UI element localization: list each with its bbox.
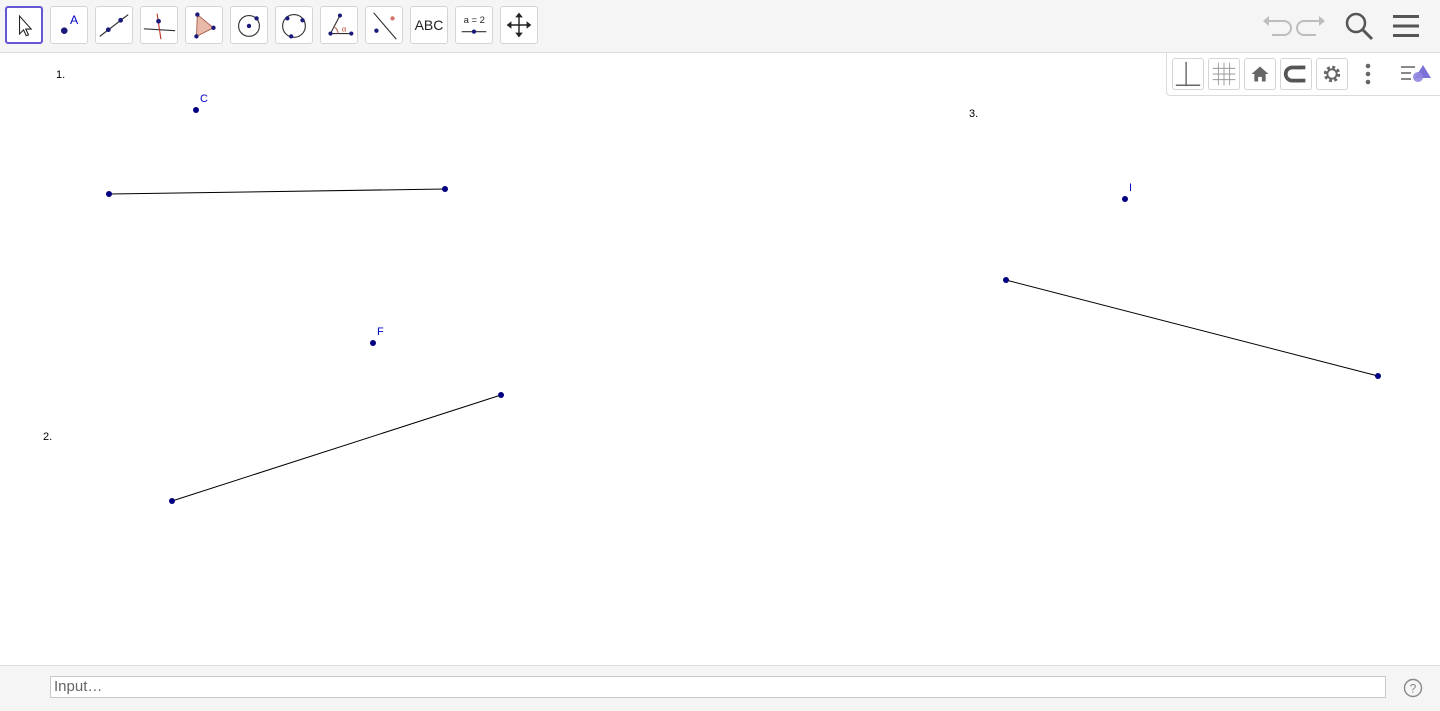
arrow-pointer-icon <box>18 14 33 37</box>
text-tool[interactable]: ABC <box>410 6 448 44</box>
svg-text:?: ? <box>1410 682 1417 696</box>
redo-button[interactable] <box>1294 8 1330 44</box>
snap-icon <box>1283 65 1306 83</box>
circle-three-points-tool[interactable] <box>275 6 313 44</box>
polygon-tool[interactable] <box>185 6 223 44</box>
segment-2[interactable] <box>171 394 502 502</box>
circle-three-points-icon <box>282 14 306 39</box>
more-options-button[interactable] <box>1353 58 1383 90</box>
geometry-drawing <box>106 107 1381 504</box>
circle-tool[interactable] <box>230 6 268 44</box>
more-vertical-icon <box>1365 63 1371 85</box>
home-icon <box>1251 66 1269 82</box>
segment-3-endpoint[interactable] <box>1375 373 1381 379</box>
search-button[interactable] <box>1341 8 1377 44</box>
point-C-label: C <box>200 93 208 105</box>
move-view-tool[interactable] <box>500 6 538 44</box>
line-icon <box>99 14 129 37</box>
graphics-view[interactable]: 1. 2. 3. C F I <box>0 53 1440 665</box>
point-tool[interactable]: A <box>50 6 88 44</box>
segment-1-endpoint[interactable] <box>106 191 112 197</box>
perpendicular-line-tool[interactable] <box>140 6 178 44</box>
undo-button[interactable] <box>1258 8 1294 44</box>
settings-icon <box>1323 65 1341 83</box>
reflect-icon <box>373 12 397 40</box>
move-arrows-icon <box>506 12 532 38</box>
segment-1-endpoint[interactable] <box>442 186 448 192</box>
slider-icon: a = 2 <box>461 15 487 34</box>
svg-text:α: α <box>342 25 347 34</box>
move-tool[interactable] <box>5 6 43 44</box>
toggle-grid-button[interactable] <box>1208 58 1240 90</box>
point-C-marker[interactable] <box>193 107 199 113</box>
point-capturing-button[interactable] <box>1280 58 1312 90</box>
undo-icon <box>1263 16 1292 36</box>
toolbar: A α ABC a = 2 <box>0 0 1440 53</box>
segment-2-endpoint[interactable] <box>169 498 175 504</box>
point-I-marker[interactable] <box>1122 196 1128 202</box>
svg-text:A: A <box>70 13 79 27</box>
search-icon <box>1345 12 1374 41</box>
svg-text:a = 2: a = 2 <box>464 15 485 26</box>
angle-icon: α <box>328 13 354 36</box>
point-icon: A <box>60 13 79 34</box>
segment-2-endpoint[interactable] <box>498 392 504 398</box>
label-3: 3. <box>969 108 979 120</box>
style-bar-toggle-button[interactable] <box>1397 58 1433 90</box>
help-button[interactable]: ? <box>1403 678 1423 698</box>
line-tool[interactable] <box>95 6 133 44</box>
redo-icon <box>1296 16 1325 36</box>
label-2: 2. <box>43 431 53 443</box>
hamburger-menu-icon <box>1393 15 1419 37</box>
point-F-label: F <box>377 326 384 338</box>
point-I-label: I <box>1129 182 1133 194</box>
reflect-tool[interactable] <box>365 6 403 44</box>
text-icon: ABC <box>414 17 444 33</box>
segment-1[interactable] <box>108 188 446 195</box>
axes-icon <box>1175 61 1201 87</box>
help-icon: ? <box>1403 678 1423 698</box>
input-bar: Input… ? <box>0 665 1440 711</box>
segment-3-endpoint[interactable] <box>1003 277 1009 283</box>
standard-view-button[interactable] <box>1244 58 1276 90</box>
segment-3[interactable] <box>1005 279 1379 377</box>
style-bar <box>1166 53 1440 96</box>
slider-tool[interactable]: a = 2 <box>455 6 493 44</box>
perpendicular-icon <box>143 13 176 40</box>
style-bar-toggle-icon <box>1401 65 1431 82</box>
main-menu-button[interactable] <box>1388 8 1424 44</box>
point-F-marker[interactable] <box>370 340 376 346</box>
toggle-axes-button[interactable] <box>1172 58 1204 90</box>
input-field[interactable]: Input… <box>50 676 1386 698</box>
graphics-settings-button[interactable] <box>1316 58 1348 90</box>
grid-icon <box>1212 62 1236 86</box>
circle-center-icon <box>238 14 260 37</box>
label-1: 1. <box>56 69 66 81</box>
angle-tool[interactable]: α <box>320 6 358 44</box>
polygon-icon <box>194 12 216 39</box>
